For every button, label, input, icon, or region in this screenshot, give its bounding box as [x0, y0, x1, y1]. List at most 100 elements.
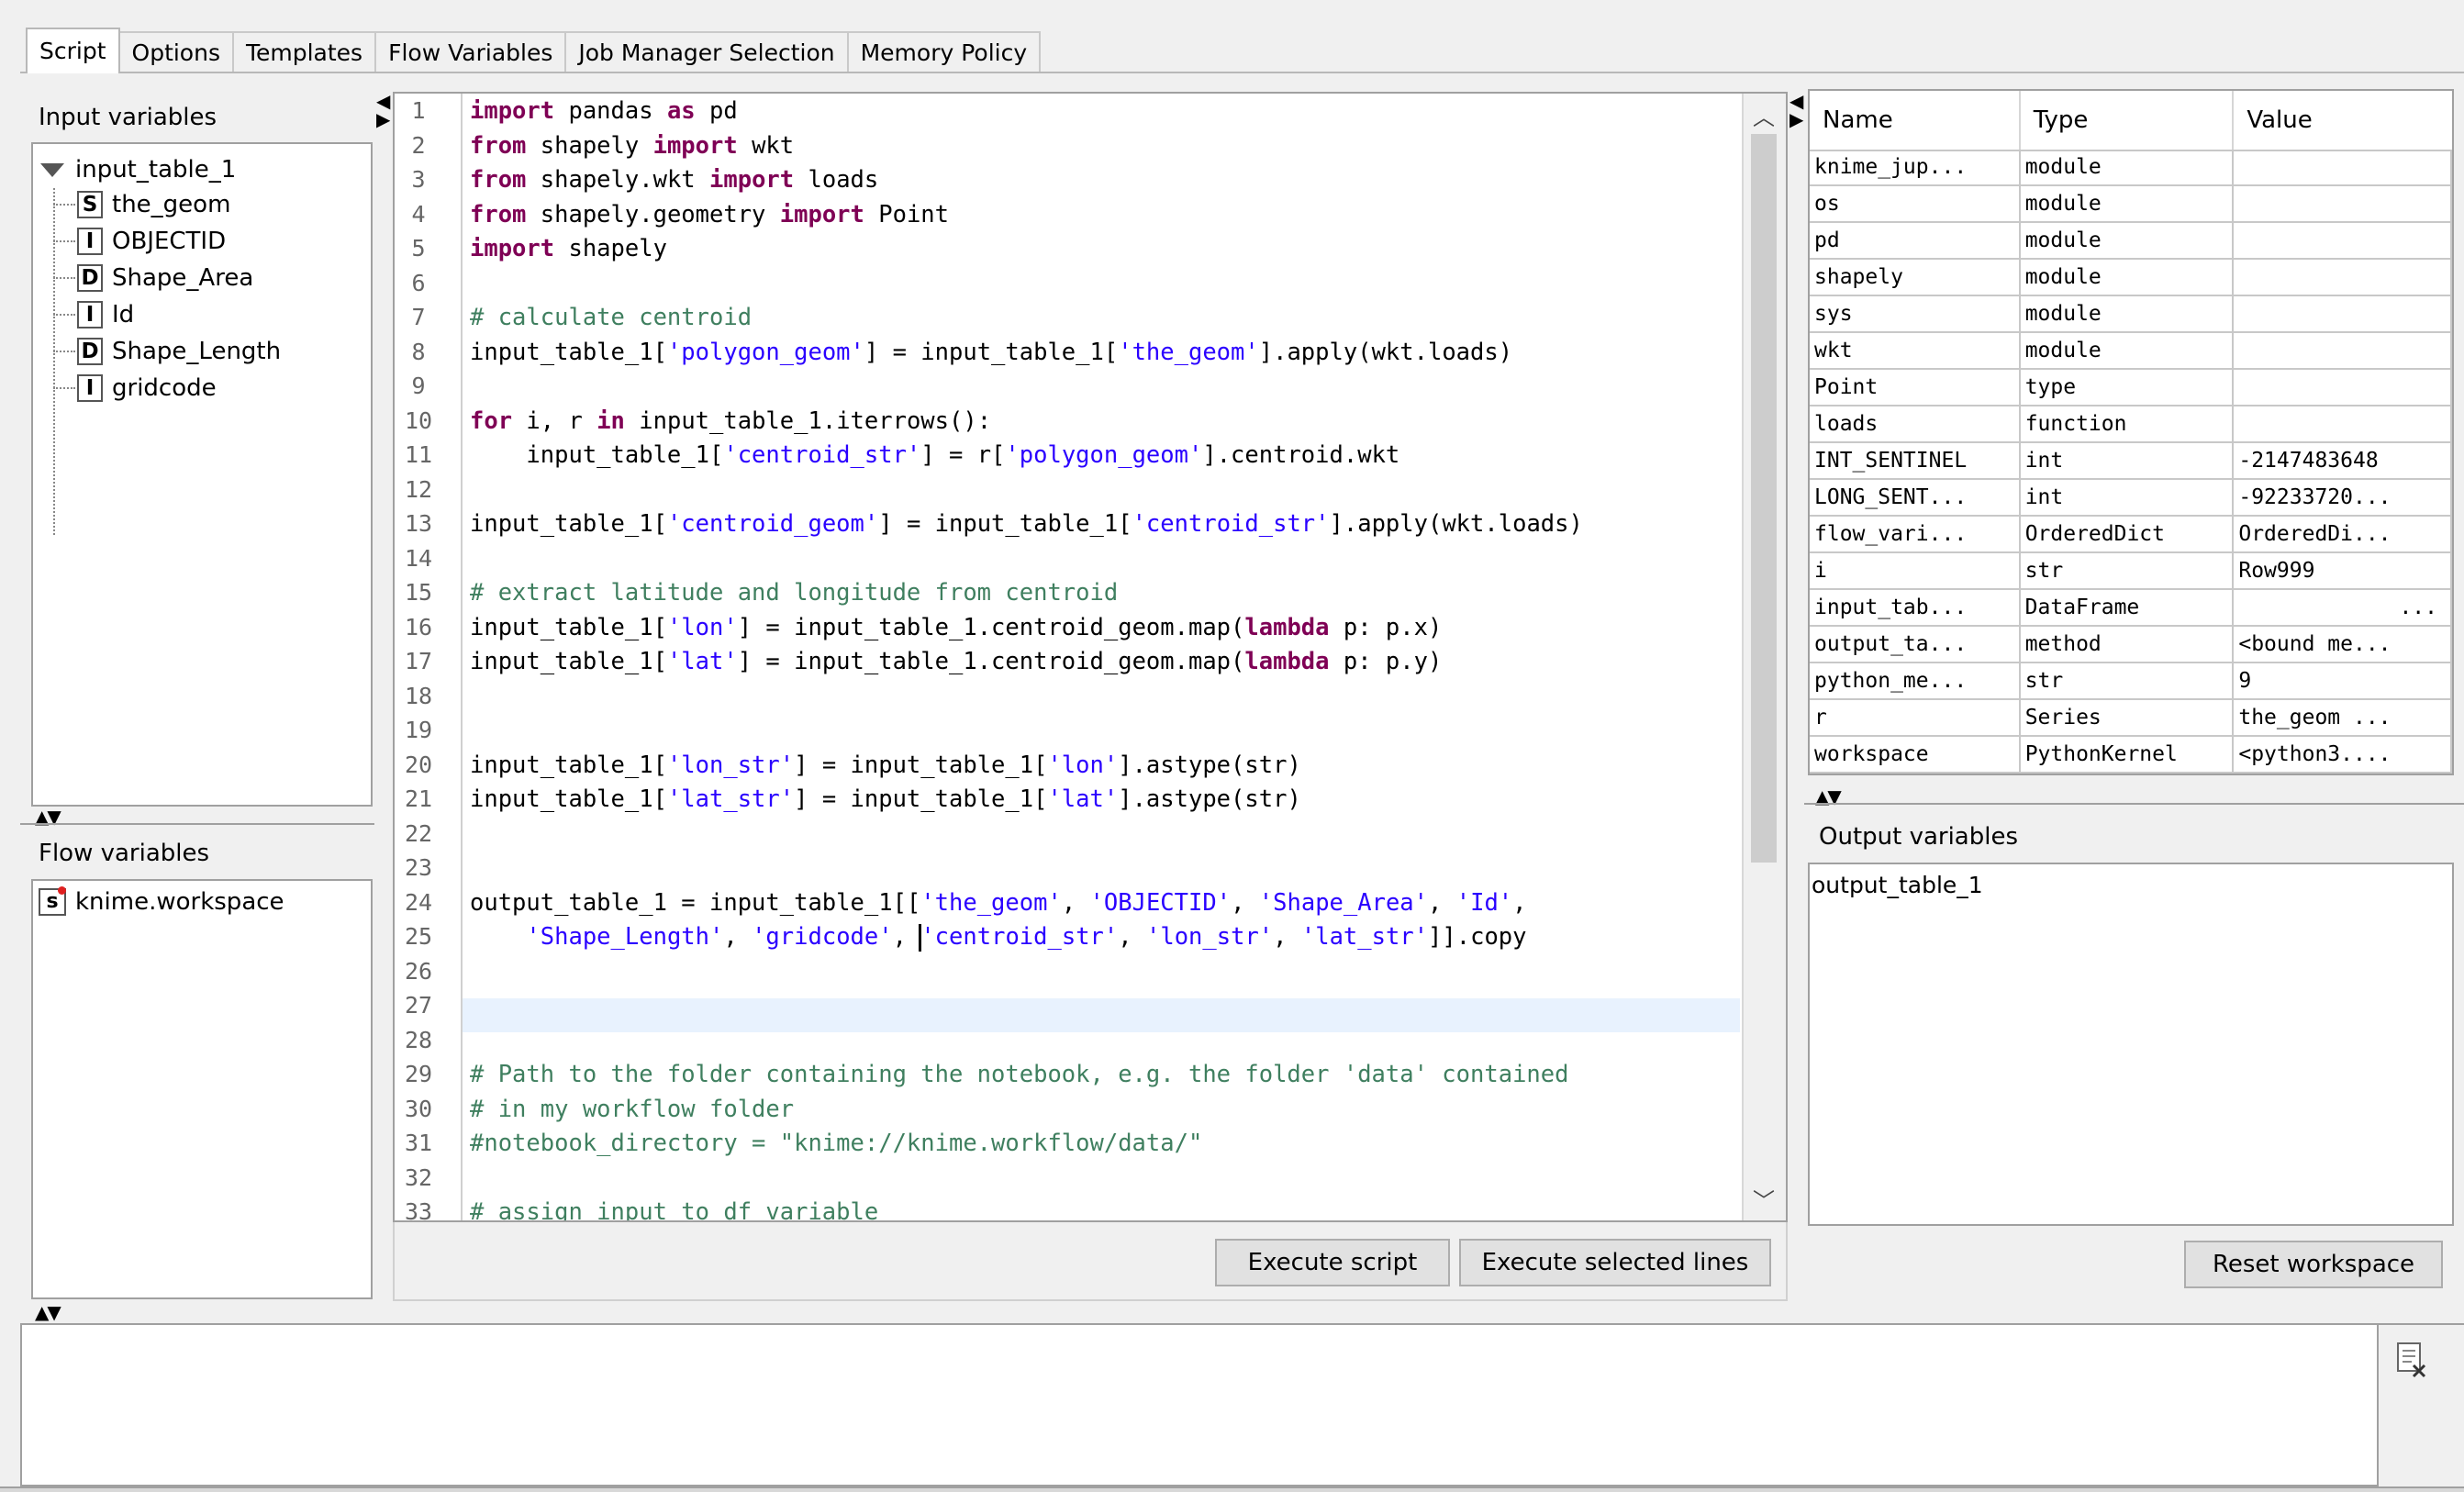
- table-row[interactable]: flow_vari... OrderedDict OrderedDi...: [1810, 517, 2452, 553]
- tab-flow-variables[interactable]: Flow Variables: [374, 31, 567, 73]
- table-row[interactable]: python_me... str 9: [1810, 663, 2452, 700]
- code-line[interactable]: # extract latitude and longitude from ce…: [470, 579, 1118, 607]
- cell-value: [2234, 150, 2452, 186]
- tree-root-input-table[interactable]: input_table_1: [40, 153, 236, 186]
- code-line[interactable]: input_table_1['lon_str'] = input_table_1…: [470, 752, 1301, 779]
- code-line[interactable]: # in my workflow folder: [470, 1096, 794, 1123]
- table-row[interactable]: i str Row999: [1810, 553, 2452, 590]
- collapse-right-icon[interactable]: ◀ ▶: [1789, 92, 1803, 128]
- code-line[interactable]: input_table_1['lat_str'] = input_table_1…: [470, 785, 1301, 813]
- scroll-down-icon[interactable]: ﹀: [1753, 1183, 1775, 1215]
- reset-workspace-button[interactable]: Reset workspace: [2184, 1241, 2443, 1288]
- scrollbar-thumb[interactable]: [1751, 134, 1777, 863]
- execute-script-button[interactable]: Execute script: [1215, 1239, 1450, 1286]
- line-number: 32: [404, 1164, 433, 1191]
- cell-name: output_ta...: [1810, 627, 2021, 663]
- tab-script[interactable]: Script: [26, 28, 120, 73]
- table-row[interactable]: sys module: [1810, 296, 2452, 333]
- line-number: 15: [404, 579, 433, 606]
- tab-job-manager-selection[interactable]: Job Manager Selection: [564, 31, 849, 73]
- status-bar: [0, 1486, 2464, 1492]
- code-line[interactable]: input_table_1['lat'] = input_table_1.cen…: [470, 648, 1442, 675]
- cell-type: type: [2020, 370, 2235, 406]
- table-row[interactable]: r Series the_geom ...: [1810, 700, 2452, 737]
- code-line[interactable]: from shapely import wkt: [470, 132, 794, 160]
- cell-value: [2234, 186, 2452, 223]
- cell-name: shapely: [1810, 260, 2021, 296]
- table-row[interactable]: knime_jup... module: [1810, 150, 2452, 186]
- code-line[interactable]: #notebook_directory = "knime://knime.wor…: [470, 1130, 1202, 1157]
- code-line[interactable]: # Path to the folder containing the note…: [470, 1061, 1568, 1088]
- cell-name: LONG_SENT...: [1810, 480, 2021, 517]
- scroll-up-icon[interactable]: ︿: [1753, 99, 1775, 131]
- code-line[interactable]: input_table_1['lon'] = input_table_1.cen…: [470, 614, 1442, 641]
- output-variable-item[interactable]: output_table_1: [1812, 872, 1983, 898]
- line-number: 18: [404, 682, 433, 709]
- table-row[interactable]: LONG_SENT... int -92233720...: [1810, 480, 2452, 517]
- code-line[interactable]: # assign input to df variable: [470, 1198, 878, 1220]
- code-line[interactable]: output_table_1 = input_table_1[['the_geo…: [470, 889, 1527, 917]
- table-row[interactable]: INT_SENTINEL int -2147483648: [1810, 443, 2452, 480]
- table-row[interactable]: output_ta... method <bound me...: [1810, 627, 2452, 663]
- code-line[interactable]: from shapely.wkt import loads: [470, 166, 878, 194]
- integer-type-icon: I: [77, 374, 103, 402]
- table-row[interactable]: input_tab... DataFrame...: [1810, 590, 2452, 627]
- code-line[interactable]: for i, r in input_table_1.iterrows():: [470, 407, 991, 435]
- cell-type: OrderedDict: [2020, 517, 2235, 553]
- tree-item-shape-area[interactable]: D Shape_Area: [53, 262, 253, 295]
- column-header-type[interactable]: Type: [2021, 91, 2235, 150]
- code-line[interactable]: input_table_1['polygon_geom'] = input_ta…: [470, 339, 1512, 366]
- code-line[interactable]: input_table_1['centroid_geom'] = input_t…: [470, 510, 1583, 538]
- cell-type: function: [2020, 406, 2235, 443]
- tree-item-gridcode[interactable]: Igridcode: [53, 372, 217, 405]
- code-line[interactable]: 'Shape_Length', 'gridcode', 'centroid_st…: [470, 923, 1527, 952]
- line-number: 11: [404, 441, 433, 468]
- output-variables-list: output_table_1: [1808, 863, 2454, 1226]
- input-variables-tree: input_table_1 Sthe_geom I OBJECTID D Shape…: [31, 142, 373, 807]
- code-line[interactable]: import pandas as pd: [470, 97, 738, 125]
- tab-templates[interactable]: Templates: [231, 31, 377, 73]
- cell-value: <python3....: [2234, 737, 2452, 774]
- flow-variable-item[interactable]: s knime.workspace: [39, 886, 284, 916]
- code-line[interactable]: input_table_1['centroid_str'] = r['polyg…: [470, 441, 1399, 469]
- cell-type: module: [2020, 150, 2235, 186]
- tree-item-id[interactable]: I Id: [53, 298, 134, 331]
- splitter-arrows-icon[interactable]: ▲▼: [35, 1303, 61, 1321]
- cell-value: -92233720...: [2234, 480, 2452, 517]
- tree-item-shape-length[interactable]: D Shape_Length: [53, 335, 281, 368]
- cell-value: [2234, 333, 2452, 370]
- table-row[interactable]: os module: [1810, 186, 2452, 223]
- tab-memory-policy[interactable]: Memory Policy: [846, 31, 1042, 73]
- tree-item-label: Shape_Length: [112, 338, 282, 365]
- line-number: 24: [404, 888, 433, 916]
- table-row[interactable]: pd module: [1810, 223, 2452, 260]
- console-output[interactable]: [20, 1323, 2379, 1486]
- column-header-value[interactable]: Value: [2234, 91, 2452, 150]
- tree-item-the-geom[interactable]: Sthe_geom: [53, 188, 230, 221]
- triangle-down-icon[interactable]: [40, 162, 64, 177]
- table-row[interactable]: loads function: [1810, 406, 2452, 443]
- cell-type: DataFrame: [2020, 590, 2235, 627]
- table-row[interactable]: workspace PythonKernel <python3....: [1810, 737, 2452, 774]
- code-line[interactable]: # calculate centroid: [470, 304, 752, 331]
- line-number: 1: [411, 97, 426, 124]
- cell-type: method: [2020, 627, 2235, 663]
- table-row[interactable]: shapely module: [1810, 260, 2452, 296]
- integer-type-icon: I: [77, 301, 103, 328]
- column-header-name[interactable]: Name: [1810, 91, 2021, 150]
- line-number: 9: [411, 373, 426, 399]
- line-number: 21: [404, 785, 433, 812]
- cell-type: str: [2020, 553, 2235, 590]
- table-row[interactable]: Point type: [1810, 370, 2452, 406]
- collapse-left-icon[interactable]: ◀ ▶: [376, 92, 390, 128]
- vertical-scrollbar[interactable]: ︿ ﹀: [1742, 94, 1786, 1220]
- tree-item-objectid[interactable]: I OBJECTID: [53, 225, 226, 258]
- execute-selected-lines-button[interactable]: Execute selected lines: [1459, 1239, 1771, 1286]
- line-number: 3: [411, 166, 426, 193]
- code-editor[interactable]: 1 2 3 4 5 6 7 8 9 10 11 12 13 14 15 16 17 18 19 20 21 22 23 24 2…: [393, 92, 1788, 1222]
- tab-options[interactable]: Options: [117, 31, 234, 73]
- clear-console-icon[interactable]: [2395, 1342, 2428, 1378]
- code-line[interactable]: from shapely.geometry import Point: [470, 201, 949, 228]
- code-line[interactable]: import shapely: [470, 235, 667, 262]
- table-row[interactable]: wkt module: [1810, 333, 2452, 370]
